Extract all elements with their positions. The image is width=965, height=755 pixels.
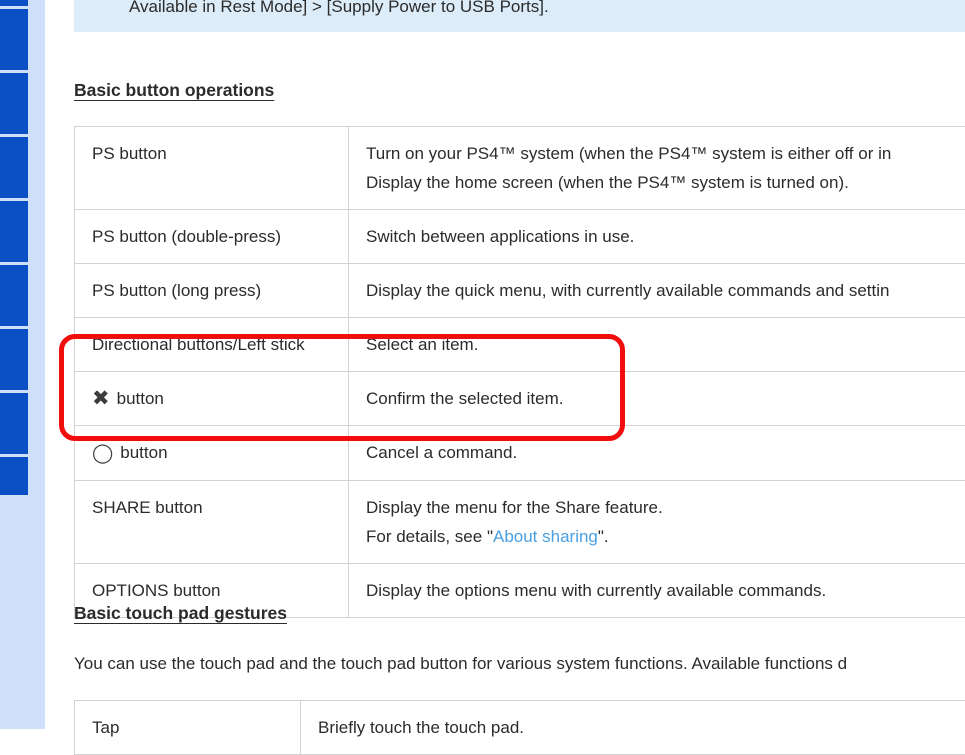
notice-banner: Available in Rest Mode] > [Supply Power …	[74, 0, 965, 32]
table-row: SHARE button Display the menu for the Sha…	[75, 481, 965, 564]
description-line: Display the menu for the Share feature.	[366, 493, 965, 522]
control-cell: ✖ button	[75, 372, 349, 426]
description-cell: Cancel a command.	[349, 426, 965, 481]
control-cell: SHARE button	[75, 481, 349, 564]
page-content: Available in Rest Mode] > [Supply Power …	[45, 0, 965, 729]
control-cell: Tap	[75, 701, 301, 755]
description-line: Briefly touch the touch pad.	[318, 713, 965, 742]
description-line: Turn on your PS4™ system (when the PS4™ …	[366, 139, 965, 168]
description-cell: Display the quick menu, with currently a…	[349, 264, 965, 318]
description-line: Display the options menu with currently …	[366, 576, 965, 605]
description-cell: Display the menu for the Share feature.F…	[349, 481, 965, 564]
control-cell: PS button (double-press)	[75, 210, 349, 264]
description-line: Cancel a command.	[366, 438, 965, 467]
description-line: Select an item.	[366, 330, 965, 359]
description-line: Display the home screen (when the PS4™ s…	[366, 168, 965, 197]
basic-touch-pad-gestures-table: Tap Briefly touch the touch pad.	[74, 700, 965, 755]
sidebar-block-4[interactable]	[0, 201, 28, 262]
description-cell: Select an item.	[349, 318, 965, 372]
description-cell: Turn on your PS4™ system (when the PS4™ …	[349, 127, 965, 210]
description-line: Display the quick menu, with currently a…	[366, 276, 965, 305]
heading-basic-touch-pad-gestures: Basic touch pad gestures	[74, 603, 287, 624]
table-row: ✖ button Confirm the selected item.	[75, 372, 965, 426]
description-cell: Switch between applications in use.	[349, 210, 965, 264]
sidebar-block-7[interactable]	[0, 393, 28, 454]
description-cell: Display the options menu with currently …	[349, 564, 965, 618]
notice-banner-text: Available in Rest Mode] > [Supply Power …	[129, 0, 549, 18]
table-row: ◯ button Cancel a command.	[75, 426, 965, 481]
control-label: PS button	[92, 144, 167, 163]
description-line: Switch between applications in use.	[366, 222, 965, 251]
table-row: Tap Briefly touch the touch pad.	[75, 701, 965, 755]
description-cell: Confirm the selected item.	[349, 372, 965, 426]
left-sidebar	[0, 0, 45, 729]
sidebar-block-2[interactable]	[0, 73, 28, 134]
description-line: Confirm the selected item.	[366, 384, 965, 413]
table-row: PS button (long press) Display the quick …	[75, 264, 965, 318]
control-cell: PS button	[75, 127, 349, 210]
sidebar-block-3[interactable]	[0, 137, 28, 198]
table-row: PS button Turn on your PS4™ system (when …	[75, 127, 965, 210]
circle-button-icon: ◯	[92, 439, 113, 468]
basic-button-operations-table: PS button Turn on your PS4™ system (when …	[74, 126, 965, 618]
control-label: button	[120, 443, 167, 462]
touch-pad-intro-paragraph: You can use the touch pad and the touch …	[74, 654, 847, 674]
control-label: button	[117, 389, 164, 408]
cross-button-icon: ✖	[92, 384, 110, 413]
control-cell: ◯ button	[75, 426, 349, 481]
table-row: Directional buttons/Left stick Select an …	[75, 318, 965, 372]
control-label: Directional buttons/Left stick	[92, 335, 305, 354]
heading-basic-button-operations: Basic button operations	[74, 80, 274, 101]
control-cell: PS button (long press)	[75, 264, 349, 318]
control-label: Tap	[92, 718, 119, 737]
sidebar-block-5[interactable]	[0, 265, 28, 326]
about-sharing-link[interactable]: About sharing	[493, 527, 598, 546]
control-label: OPTIONS button	[92, 581, 221, 600]
control-cell: Directional buttons/Left stick	[75, 318, 349, 372]
sidebar-block-6[interactable]	[0, 329, 28, 390]
description-cell: Briefly touch the touch pad.	[301, 701, 965, 755]
sidebar-block-1[interactable]	[0, 9, 28, 70]
sidebar-block-8[interactable]	[0, 457, 28, 495]
description-line-with-link: For details, see "About sharing".	[366, 522, 965, 551]
control-label: PS button (long press)	[92, 281, 261, 300]
table-row: PS button (double-press) Switch between a…	[75, 210, 965, 264]
control-label: PS button (double-press)	[92, 227, 281, 246]
control-label: SHARE button	[92, 498, 203, 517]
sidebar-block-0[interactable]	[0, 0, 28, 6]
